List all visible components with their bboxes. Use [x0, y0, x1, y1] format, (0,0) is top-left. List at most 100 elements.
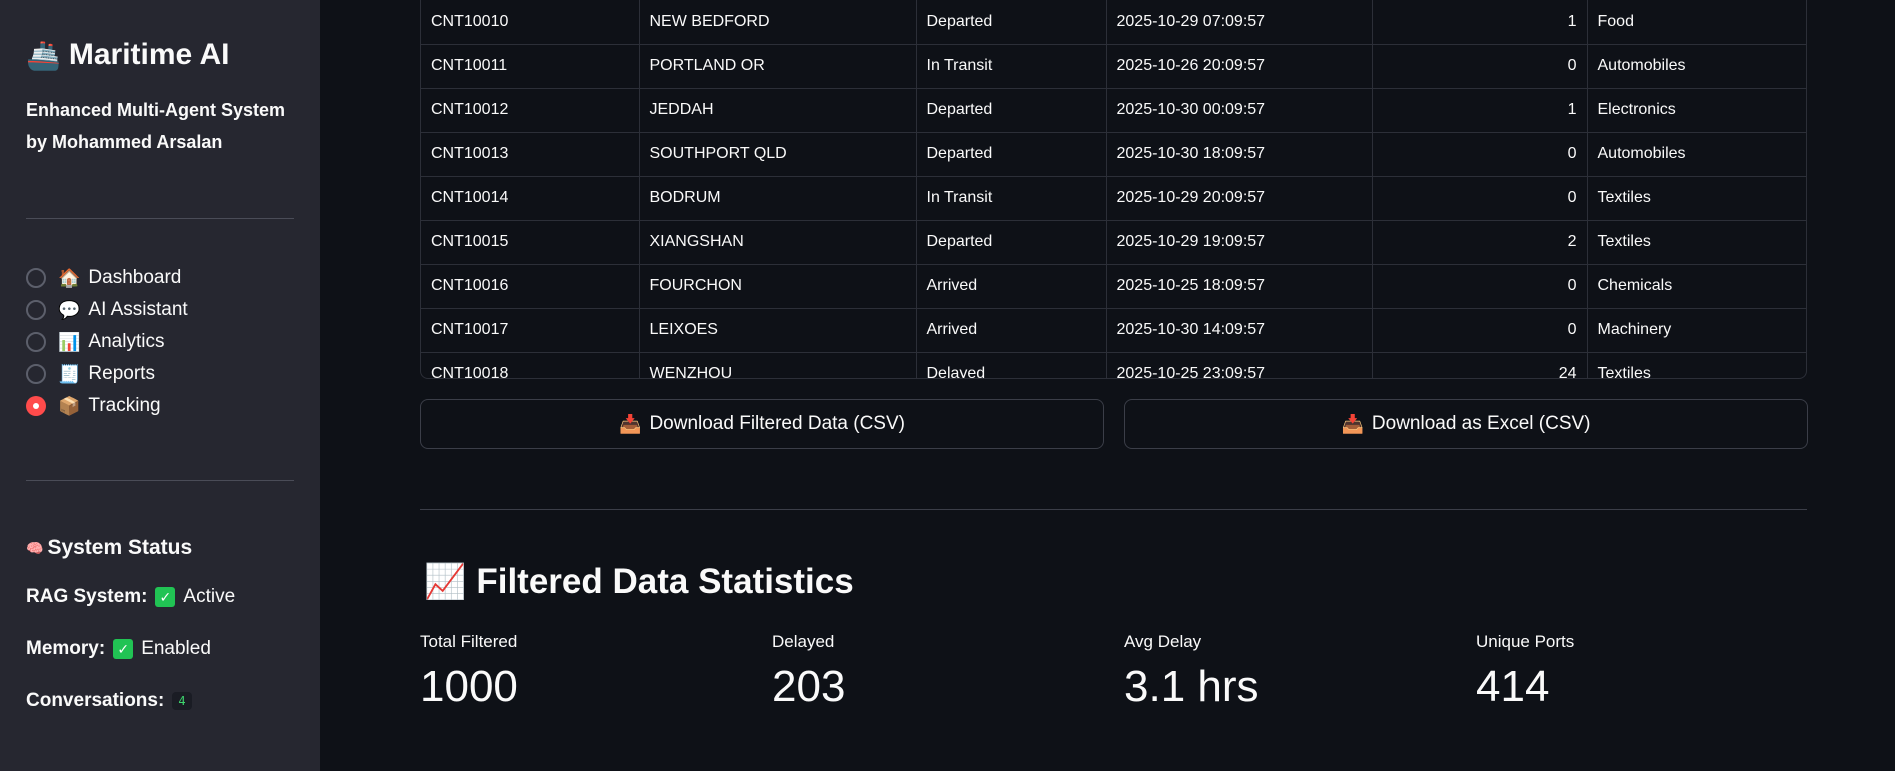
cargo-cell: Automobiles — [1587, 132, 1806, 177]
bar-chart-icon: 📊 — [58, 331, 81, 352]
table-row[interactable]: CNT10013 SOUTHPORT QLD Departed 2025-10-30 … — [421, 132, 1806, 177]
cargo-cell: Textiles — [1587, 352, 1806, 378]
package-icon: 📦 — [58, 395, 81, 416]
metric-value: 203 — [772, 662, 846, 711]
radio-button[interactable] — [26, 332, 46, 352]
chart-increasing-icon: 📈 — [424, 563, 467, 601]
nav-radio-group: 🏠 Dashboard 💬 AI Assistant 📊 Analytics 🧾… — [26, 262, 188, 422]
status-cell: Departed — [916, 132, 1107, 177]
download-excel-button[interactable]: 📥 Download as Excel (CSV) — [1124, 399, 1808, 449]
timestamp-cell: 2025-10-29 19:09:57 — [1106, 220, 1373, 265]
cargo-cell: Textiles — [1587, 176, 1806, 221]
radio-button[interactable] — [26, 364, 46, 384]
metric-label: Avg Delay — [1124, 632, 1202, 651]
status-cell: Departed — [916, 0, 1107, 45]
table-row[interactable]: CNT10017 LEIXOES Arrived 2025-10-30 14:09:5… — [421, 308, 1806, 353]
section-divider — [420, 509, 1807, 510]
status-cell: Arrived — [916, 308, 1107, 353]
memory-status: Memory: ✓ Enabled — [26, 638, 211, 660]
conversations-count: 4 — [172, 692, 192, 710]
timestamp-cell: 2025-10-25 23:09:57 — [1106, 352, 1373, 378]
nav-item-dashboard[interactable]: 🏠 Dashboard — [26, 262, 188, 294]
port-cell: SOUTHPORT QLD — [639, 132, 917, 177]
delay-cell: 1 — [1372, 88, 1588, 133]
metric-label: Unique Ports — [1476, 632, 1575, 651]
rag-status: RAG System: ✓ Active — [26, 586, 235, 608]
sidebar: 🚢 Maritime AI Enhanced Multi-Agent Syste… — [0, 0, 320, 771]
table-row[interactable]: CNT10018 WENZHOU Delayed 2025-10-25 23:09:5… — [421, 352, 1806, 378]
app-title: 🚢 Maritime AI — [26, 38, 229, 72]
radio-button-selected[interactable] — [26, 396, 46, 416]
delay-cell: 2 — [1372, 220, 1588, 265]
metric-value: 1000 — [420, 662, 518, 711]
timestamp-cell: 2025-10-30 14:09:57 — [1106, 308, 1373, 353]
table-row[interactable]: CNT10010 NEW BEDFORD Departed 2025-10-29 07… — [421, 0, 1806, 45]
statistics-heading: 📈 Filtered Data Statistics — [424, 562, 854, 602]
cargo-cell: Electronics — [1587, 88, 1806, 133]
receipt-icon: 🧾 — [58, 363, 81, 384]
cargo-cell: Textiles — [1587, 220, 1806, 265]
container-id-cell: CNT10013 — [421, 132, 640, 177]
timestamp-cell: 2025-10-29 20:09:57 — [1106, 176, 1373, 221]
port-cell: WENZHOU — [639, 352, 917, 378]
app-title-text: Maritime AI — [68, 38, 230, 71]
delay-cell: 24 — [1372, 352, 1588, 378]
status-cell: Arrived — [916, 264, 1107, 309]
port-cell: BODRUM — [639, 176, 917, 221]
button-label: Download as Excel (CSV) — [1371, 413, 1591, 434]
status-cell: In Transit — [916, 44, 1107, 89]
table-row[interactable]: CNT10016 FOURCHON Arrived 2025-10-25 18:09:… — [421, 264, 1806, 309]
rag-value: Active — [183, 586, 236, 607]
conversations-status: Conversations: 4 — [26, 690, 192, 712]
delay-cell: 0 — [1372, 44, 1588, 89]
nav-item-reports[interactable]: 🧾 Reports — [26, 358, 188, 390]
inbox-tray-icon: 📥 — [1341, 413, 1364, 434]
nav-item-label: Analytics — [88, 331, 165, 352]
table-row[interactable]: CNT10011 PORTLAND OR In Transit 2025-10-26 … — [421, 44, 1806, 89]
delay-cell: 0 — [1372, 264, 1588, 309]
container-id-cell: CNT10010 — [421, 0, 640, 45]
table-row[interactable]: CNT10015 XIANGSHAN Departed 2025-10-29 19:0… — [421, 220, 1806, 265]
port-cell: PORTLAND OR — [639, 44, 917, 89]
radio-button[interactable] — [26, 268, 46, 288]
status-cell: Departed — [916, 88, 1107, 133]
table-row[interactable]: CNT10014 BODRUM In Transit 2025-10-29 20:09… — [421, 176, 1806, 221]
container-id-cell: CNT10011 — [421, 44, 640, 89]
speech-bubble-icon: 💬 — [58, 299, 81, 320]
nav-item-ai-assistant[interactable]: 💬 AI Assistant — [26, 294, 188, 326]
port-cell: NEW BEDFORD — [639, 0, 917, 45]
metric-avg-delay: Avg Delay 3.1 hrs — [1124, 632, 1259, 712]
tracking-table[interactable]: CNT10010 NEW BEDFORD Departed 2025-10-29 07… — [420, 0, 1807, 379]
app-subtitle: Enhanced Multi-Agent System by Mohammed … — [26, 100, 286, 152]
nav-item-label: Dashboard — [88, 267, 182, 288]
system-status-heading: 🧠 System Status — [26, 536, 192, 560]
nav-item-analytics[interactable]: 📊 Analytics — [26, 326, 188, 358]
statistics-title: Filtered Data Statistics — [476, 562, 854, 601]
metric-label: Total Filtered — [420, 632, 518, 651]
radio-button[interactable] — [26, 300, 46, 320]
download-filtered-csv-button[interactable]: 📥 Download Filtered Data (CSV) — [420, 399, 1104, 449]
container-id-cell: CNT10015 — [421, 220, 640, 265]
cargo-cell: Chemicals — [1587, 264, 1806, 309]
timestamp-cell: 2025-10-25 18:09:57 — [1106, 264, 1373, 309]
status-cell: In Transit — [916, 176, 1107, 221]
house-icon: 🏠 — [58, 267, 81, 288]
delay-cell: 0 — [1372, 308, 1588, 353]
metric-total-filtered: Total Filtered 1000 — [420, 632, 518, 712]
cargo-cell: Machinery — [1587, 308, 1806, 353]
timestamp-cell: 2025-10-30 18:09:57 — [1106, 132, 1373, 177]
nav-item-tracking[interactable]: 📦 Tracking — [26, 390, 188, 422]
system-status-title: System Status — [47, 536, 193, 559]
metric-value: 414 — [1476, 662, 1550, 711]
nav-item-label: Tracking — [88, 395, 161, 416]
nav-item-label: Reports — [88, 363, 155, 384]
timestamp-cell: 2025-10-29 07:09:57 — [1106, 0, 1373, 45]
cargo-cell: Food — [1587, 0, 1806, 45]
container-id-cell: CNT10014 — [421, 176, 640, 221]
sidebar-divider — [26, 480, 294, 481]
port-cell: FOURCHON — [639, 264, 917, 309]
delay-cell: 1 — [1372, 0, 1588, 45]
table-row[interactable]: CNT10012 JEDDAH Departed 2025-10-30 00:09:5… — [421, 88, 1806, 133]
container-id-cell: CNT10017 — [421, 308, 640, 353]
delay-cell: 0 — [1372, 176, 1588, 221]
